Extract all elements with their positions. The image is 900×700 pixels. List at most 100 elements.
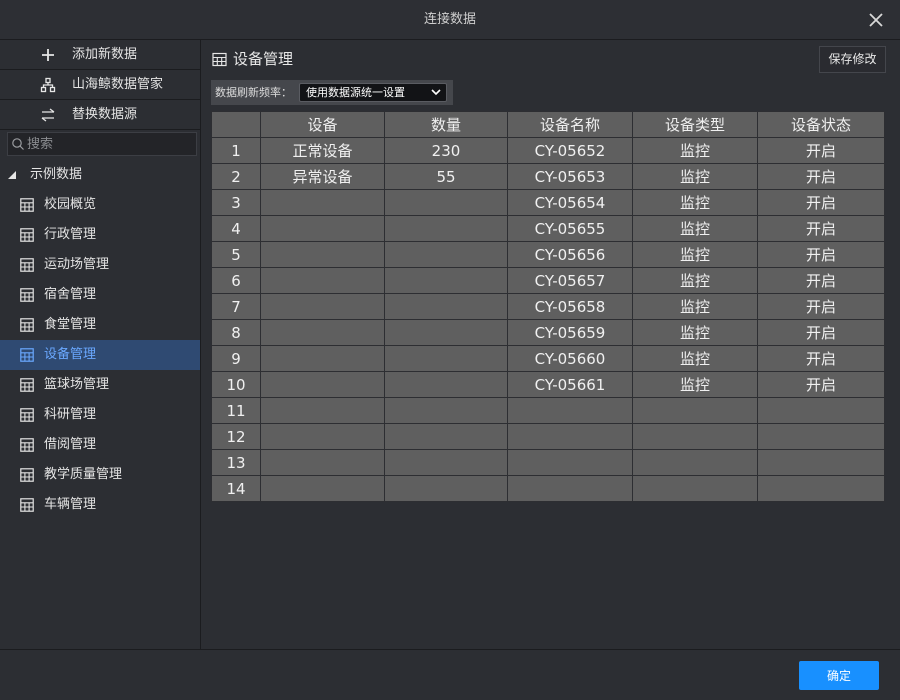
table-cell[interactable] [260, 215, 385, 242]
table-cell[interactable]: CY-05657 [507, 267, 633, 294]
table-cell[interactable]: 监控 [632, 137, 758, 164]
tree-item[interactable]: 科研管理 [0, 400, 200, 430]
table-cell[interactable] [757, 449, 885, 476]
table-cell[interactable] [260, 397, 385, 424]
close-icon[interactable] [866, 10, 886, 30]
tree-root-sample-data[interactable]: 示例数据 [0, 161, 200, 189]
row-number[interactable]: 4 [211, 215, 261, 242]
table-cell[interactable]: 开启 [757, 241, 885, 268]
table-cell[interactable] [260, 475, 385, 502]
table-cell[interactable] [260, 267, 385, 294]
table-cell[interactable]: 开启 [757, 345, 885, 372]
refresh-frequency-select[interactable]: 使用数据源统一设置 [299, 83, 447, 102]
tree-item[interactable]: 教学质量管理 [0, 460, 200, 490]
table-cell[interactable] [260, 241, 385, 268]
table-cell[interactable]: CY-05656 [507, 241, 633, 268]
table-cell[interactable]: 监控 [632, 189, 758, 216]
table-cell[interactable] [507, 449, 633, 476]
table-cell[interactable] [260, 423, 385, 450]
table-cell[interactable] [260, 189, 385, 216]
table-cell[interactable] [384, 475, 508, 502]
table-cell[interactable] [384, 293, 508, 320]
table-cell[interactable]: 正常设备 [260, 137, 385, 164]
column-header[interactable]: 设备名称 [507, 111, 633, 138]
table-cell[interactable] [384, 215, 508, 242]
caret-down-icon[interactable] [7, 170, 17, 180]
table-cell[interactable]: 监控 [632, 215, 758, 242]
table-cell[interactable]: 开启 [757, 163, 885, 190]
table-cell[interactable]: 开启 [757, 137, 885, 164]
row-number[interactable]: 1 [211, 137, 261, 164]
table-cell[interactable]: 监控 [632, 345, 758, 372]
row-number[interactable]: 2 [211, 163, 261, 190]
column-header[interactable] [211, 111, 261, 138]
tree-item[interactable]: 设备管理 [0, 340, 200, 370]
table-cell[interactable] [384, 241, 508, 268]
table-cell[interactable] [384, 189, 508, 216]
row-number[interactable]: 14 [211, 475, 261, 502]
tree-item[interactable]: 校园概览 [0, 190, 200, 220]
row-number[interactable]: 10 [211, 371, 261, 398]
row-number[interactable]: 3 [211, 189, 261, 216]
table-cell[interactable] [632, 397, 758, 424]
save-changes-button[interactable]: 保存修改 [819, 46, 886, 73]
row-number[interactable]: 11 [211, 397, 261, 424]
table-cell[interactable]: CY-05660 [507, 345, 633, 372]
tree-item[interactable]: 车辆管理 [0, 490, 200, 520]
table-cell[interactable] [757, 397, 885, 424]
table-cell[interactable]: CY-05658 [507, 293, 633, 320]
table-cell[interactable]: 监控 [632, 293, 758, 320]
table-cell[interactable] [384, 423, 508, 450]
table-cell[interactable] [632, 475, 758, 502]
table-cell[interactable]: CY-05652 [507, 137, 633, 164]
replace-data-source-button[interactable]: 替换数据源 [0, 100, 200, 130]
table-cell[interactable] [632, 449, 758, 476]
table-cell[interactable]: CY-05661 [507, 371, 633, 398]
table-cell[interactable]: CY-05659 [507, 319, 633, 346]
tree-item[interactable]: 行政管理 [0, 220, 200, 250]
table-cell[interactable] [384, 371, 508, 398]
table-cell[interactable]: 开启 [757, 371, 885, 398]
table-cell[interactable] [507, 475, 633, 502]
table-cell[interactable] [507, 423, 633, 450]
table-cell[interactable]: 55 [384, 163, 508, 190]
column-header[interactable]: 设备类型 [632, 111, 758, 138]
row-number[interactable]: 6 [211, 267, 261, 294]
confirm-button[interactable]: 确定 [799, 661, 879, 690]
table-cell[interactable] [260, 371, 385, 398]
table-cell[interactable]: 监控 [632, 371, 758, 398]
tree-item[interactable]: 宿舍管理 [0, 280, 200, 310]
column-header[interactable]: 数量 [384, 111, 508, 138]
table-cell[interactable] [757, 475, 885, 502]
table-cell[interactable] [260, 319, 385, 346]
table-cell[interactable]: 开启 [757, 189, 885, 216]
table-cell[interactable]: 开启 [757, 267, 885, 294]
table-cell[interactable] [632, 423, 758, 450]
table-cell[interactable]: 监控 [632, 241, 758, 268]
column-header[interactable]: 设备状态 [757, 111, 885, 138]
row-number[interactable]: 5 [211, 241, 261, 268]
table-cell[interactable]: 监控 [632, 267, 758, 294]
table-cell[interactable]: CY-05655 [507, 215, 633, 242]
row-number[interactable]: 7 [211, 293, 261, 320]
row-number[interactable]: 9 [211, 345, 261, 372]
table-cell[interactable]: 开启 [757, 319, 885, 346]
table-cell[interactable] [384, 267, 508, 294]
table-cell[interactable] [260, 449, 385, 476]
table-cell[interactable]: 监控 [632, 163, 758, 190]
add-new-data-button[interactable]: 添加新数据 [0, 40, 200, 70]
table-cell[interactable]: 开启 [757, 293, 885, 320]
table-cell[interactable]: 异常设备 [260, 163, 385, 190]
table-cell[interactable] [384, 345, 508, 372]
table-cell[interactable] [384, 397, 508, 424]
tree-item[interactable]: 篮球场管理 [0, 370, 200, 400]
tree-item[interactable]: 运动场管理 [0, 250, 200, 280]
table-cell[interactable] [757, 423, 885, 450]
table-cell[interactable]: 开启 [757, 215, 885, 242]
row-number[interactable]: 13 [211, 449, 261, 476]
row-number[interactable]: 8 [211, 319, 261, 346]
table-cell[interactable]: CY-05653 [507, 163, 633, 190]
tree-item[interactable]: 借阅管理 [0, 430, 200, 460]
table-cell[interactable] [260, 293, 385, 320]
table-cell[interactable]: 230 [384, 137, 508, 164]
